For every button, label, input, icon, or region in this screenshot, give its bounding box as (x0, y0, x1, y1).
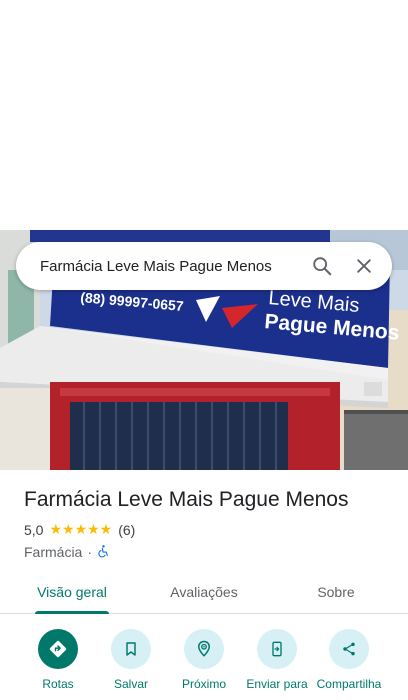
place-name: Farmácia Leve Mais Pague Menos (24, 488, 349, 511)
nearby-button[interactable]: Próximo (164, 629, 244, 691)
tab-bar: Visão geral Avaliações Sobre (0, 570, 408, 614)
send-to-phone-icon (257, 629, 297, 669)
tab-reviews[interactable]: Avaliações (154, 570, 254, 614)
share-icon (329, 629, 369, 669)
directions-button[interactable]: Rotas (18, 629, 98, 691)
directions-icon (38, 629, 78, 669)
send-to-phone-button[interactable]: Enviar para (237, 629, 317, 691)
action-bar: Rotas Salvar Próximo Enviar para Compart… (0, 620, 408, 700)
search-icon[interactable] (304, 248, 340, 284)
directions-label: Rotas (42, 677, 74, 691)
place-category[interactable]: Farmácia (24, 544, 82, 560)
nearby-label: Próximo (181, 677, 226, 691)
category-separator: · (87, 544, 93, 560)
rating-row[interactable]: 5,0 ★★★★★ (6) (24, 521, 394, 539)
map-area[interactable] (0, 0, 408, 232)
active-tab-indicator (35, 611, 109, 614)
bookmark-icon (111, 629, 151, 669)
share-button[interactable]: Compartilha (309, 629, 389, 691)
rating-stars: ★★★★★ (49, 522, 113, 538)
close-icon[interactable] (346, 248, 382, 284)
save-label: Salvar (113, 677, 148, 691)
tab-about[interactable]: Sobre (292, 570, 380, 614)
review-count: (6) (118, 522, 136, 538)
send-to-phone-label: Enviar para (246, 677, 308, 691)
place-info: Farmácia Leve Mais Pague Menos 5,0 ★★★★★… (24, 486, 394, 561)
tab-overview[interactable]: Visão geral (22, 570, 122, 614)
rating-value: 5,0 (24, 522, 44, 538)
search-bar[interactable]: Farmácia Leve Mais Pague Menos (16, 242, 392, 290)
share-label: Compartilha (316, 677, 382, 691)
search-input[interactable]: Farmácia Leve Mais Pague Menos (40, 258, 298, 275)
nearby-icon (184, 629, 224, 669)
wheelchair-icon (97, 544, 110, 561)
category-row: Farmácia · (24, 543, 394, 561)
save-button[interactable]: Salvar (91, 629, 171, 691)
